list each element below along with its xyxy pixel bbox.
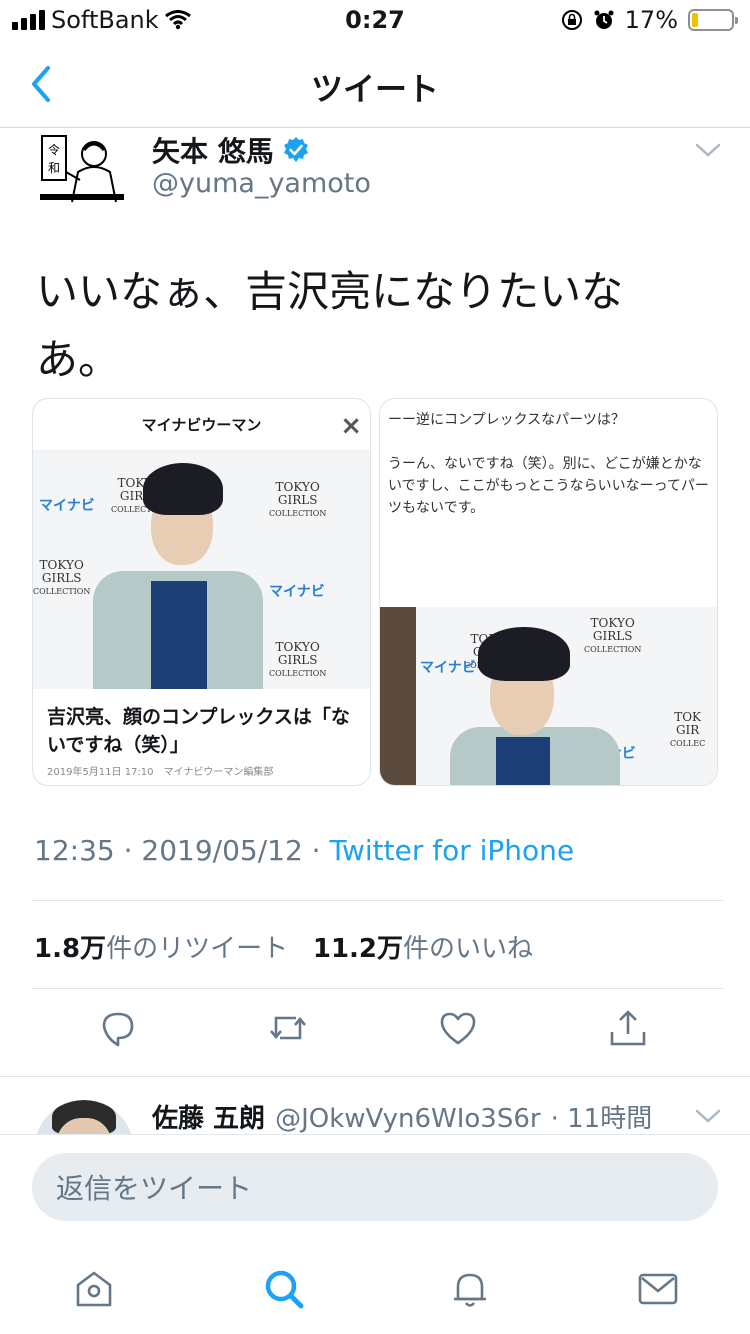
like-heart-icon[interactable] — [438, 1008, 478, 1048]
divider — [32, 988, 724, 989]
navigation-bar: ツイート — [0, 40, 750, 128]
author-handle[interactable]: @yuma_yamoto — [152, 168, 371, 199]
reply-author-name[interactable]: 佐藤 五朗 — [152, 1098, 265, 1135]
person-hair — [478, 627, 570, 681]
verified-badge-icon — [283, 137, 308, 162]
article-site-name: マイナビウーマン — [141, 416, 262, 434]
article-excerpt: ーー逆にコンプレックスなパーツは？ うーん、ないですね（笑）。別に、どこが嫌とか… — [380, 399, 717, 607]
notifications-bell-icon[interactable] — [448, 1267, 492, 1311]
author-name-row: 矢本 悠馬 — [152, 130, 310, 170]
retweet-stat[interactable]: 1.8万件のリツイート — [34, 934, 288, 964]
rotation-lock-icon — [561, 10, 582, 30]
backdrop-text-7: TOK GIR COLLEC — [670, 710, 706, 749]
reply-header: 佐藤 五朗 @JOkwVyn6WIo3S6r · 11時間 — [152, 1098, 692, 1135]
bottom-panel: 返信をツイート — [0, 1134, 750, 1334]
media-image-left[interactable]: マイナビウーマン × TOKYO GIRLS COLLECTION TOKYO GIR… — [32, 398, 371, 786]
divider — [0, 1076, 750, 1077]
person-shirt — [496, 737, 550, 785]
article-photo: TOKYO GIRLS COLLECTION TOKYO GIRLS COLLECTIO… — [33, 451, 370, 689]
reply-icon[interactable] — [98, 1008, 138, 1048]
retweet-icon[interactable] — [268, 1008, 308, 1048]
timestamp-text: 12:35 · 2019/05/12 · — [34, 834, 330, 867]
close-icon: × — [340, 411, 362, 441]
avatar-char-1: 令 — [48, 142, 60, 157]
page-title: ツイート — [310, 70, 439, 108]
like-stat[interactable]: 11.2万件のいいね — [313, 934, 533, 964]
messages-envelope-icon[interactable] — [636, 1267, 680, 1311]
chevron-down-icon[interactable] — [694, 1106, 722, 1126]
tweet-text-line-1: いいなぁ、吉沢亮になりたいな — [36, 267, 624, 316]
reply-author-handle[interactable]: @JOkwVyn6WIo3S6r — [275, 1104, 541, 1134]
backdrop-text-2: TOKYO GIRLS COLLECTION — [269, 480, 327, 519]
share-icon[interactable] — [608, 1008, 648, 1048]
person-hair — [143, 463, 223, 515]
home-icon[interactable] — [72, 1267, 116, 1311]
battery-icon — [688, 9, 738, 31]
alarm-icon — [594, 10, 614, 29]
author-name[interactable]: 矢本 悠馬 — [152, 130, 274, 170]
reply-time: · 11時間 — [550, 1104, 653, 1134]
chevron-down-icon[interactable] — [694, 140, 722, 160]
battery-level — [692, 13, 699, 27]
tweet-source-link[interactable]: Twitter for iPhone — [329, 834, 574, 867]
excerpt-answer: うーん、ないですね（笑）。別に、どこが嫌とかないですし、ここがもっとこうならいい… — [388, 456, 709, 516]
backdrop-text-6: TOKYO GIRLS COLLECTION — [584, 616, 642, 655]
tweet-text-line-2: あ。 — [36, 335, 121, 384]
avatar-char-2: 和 — [48, 161, 60, 175]
media-image-right[interactable]: ーー逆にコンプレックスなパーツは？ うーん、ないですね（笑）。別に、どこが嫌とか… — [379, 398, 718, 786]
author-avatar[interactable]: 令 和 — [38, 132, 126, 204]
tweet-timestamp: 12:35 · 2019/05/12 · Twitter for iPhone — [34, 834, 574, 867]
tweet-actions — [0, 1008, 750, 1056]
divider — [32, 900, 724, 901]
tweet-text: いいなぁ、吉沢亮になりたいな あ。 — [36, 258, 716, 394]
excerpt-question: ーー逆にコンプレックスなパーツは？ — [388, 412, 625, 428]
backdrop-text-3: TOKYO GIRLS COLLECTION — [33, 558, 91, 597]
battery-percent: 17% — [624, 6, 678, 34]
article-title: 吉沢亮、顔のコンプレックスは「ないですね（笑）」 — [47, 706, 350, 756]
article-header: マイナビウーマン × — [33, 399, 370, 451]
tweet-stats: 1.8万件のリツイート 11.2万件のいいね — [34, 928, 533, 965]
article-meta: 2019年5月11日 17:10 マイナビウーマン編集部 — [47, 767, 274, 778]
article-photo-2: TOKYOGIRLSCOLLECTION TOKYOGIRLSCOLLECTIO… — [380, 607, 717, 785]
mynavi-logo: マイナビ — [420, 660, 476, 676]
status-right: 17% — [561, 6, 738, 34]
mynavi-logo: マイナビ — [269, 584, 325, 600]
background-person — [380, 607, 416, 785]
person-shirt — [151, 581, 207, 689]
tab-bar — [0, 1261, 750, 1321]
backdrop-text-4: TOKYO GIRLS COLLECTION — [269, 640, 327, 679]
status-bar: SoftBank 0:27 17% — [0, 0, 750, 40]
tweet-media: マイナビウーマン × TOKYO GIRLS COLLECTION TOKYO GIR… — [32, 398, 718, 786]
search-icon[interactable] — [262, 1267, 306, 1311]
mynavi-logo: マイナビ — [39, 498, 95, 514]
reply-composer-input[interactable]: 返信をツイート — [32, 1153, 718, 1221]
